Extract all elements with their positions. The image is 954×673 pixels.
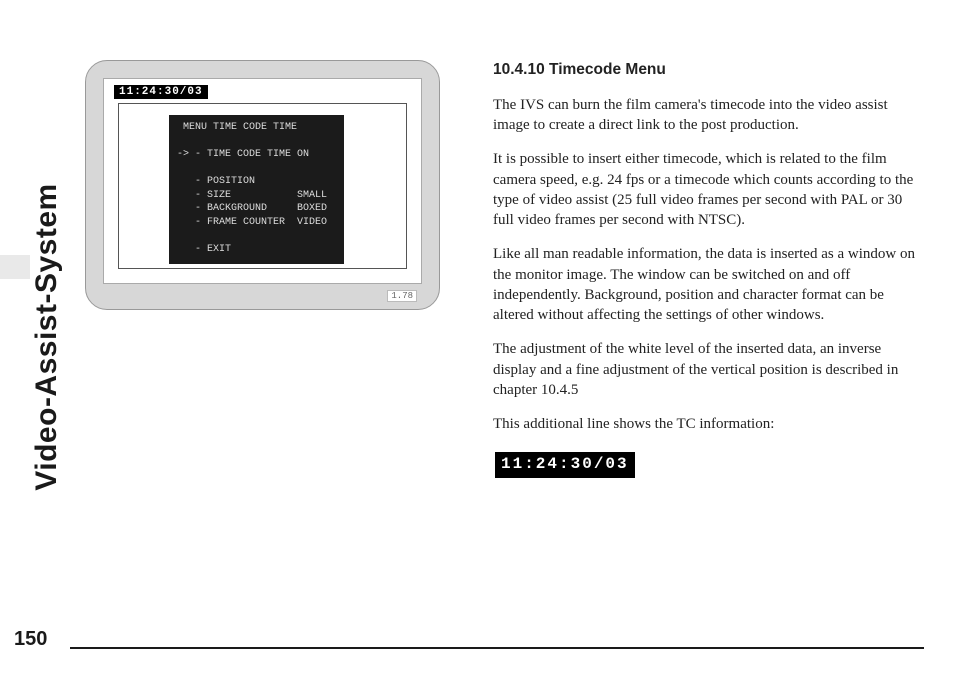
text-column: 10.4.10 Timecode Menu The IVS can burn t… (493, 60, 919, 613)
menu-row-timecode: -> - TIME CODE TIME ON (177, 149, 309, 160)
menu-row-size: - SIZE SMALL (177, 190, 327, 201)
page-number: 150 (14, 628, 47, 651)
paragraph: The adjustment of the white level of the… (493, 339, 919, 400)
side-tab: Video-Assist-System (30, 0, 64, 673)
osd-menu-panel: MENU TIME CODE TIME -> - TIME CODE TIME … (169, 115, 344, 264)
monitor-frame: 11:24:30/03 MENU TIME CODE TIME -> - TIM… (85, 60, 440, 310)
timecode-overlay: 11:24:30/03 (114, 85, 208, 99)
menu-title: MENU TIME CODE TIME (177, 122, 297, 133)
safe-area-frame: MENU TIME CODE TIME -> - TIME CODE TIME … (118, 103, 407, 269)
monitor-screen: 11:24:30/03 MENU TIME CODE TIME -> - TIM… (103, 78, 422, 284)
side-tab-notch (0, 255, 30, 279)
page-content: 11:24:30/03 MENU TIME CODE TIME -> - TIM… (85, 60, 919, 613)
side-tab-label: Video-Assist-System (30, 183, 64, 490)
paragraph: Like all man readable information, the d… (493, 244, 919, 325)
menu-row-position: - POSITION (177, 176, 255, 187)
firmware-version: 1.78 (387, 290, 417, 302)
section-heading: 10.4.10 Timecode Menu (493, 60, 919, 81)
menu-row-background: - BACKGROUND BOXED (177, 203, 327, 214)
menu-row-exit: - EXIT (177, 244, 231, 255)
footer-rule (70, 647, 924, 649)
menu-row-framectr: - FRAME COUNTER VIDEO (177, 217, 327, 228)
paragraph: It is possible to insert either timecode… (493, 149, 919, 230)
paragraph: This additional line shows the TC inform… (493, 414, 919, 434)
figure-column: 11:24:30/03 MENU TIME CODE TIME -> - TIM… (85, 60, 453, 613)
timecode-example: 11:24:30/03 (495, 452, 635, 478)
paragraph: The IVS can burn the film camera's timec… (493, 95, 919, 136)
